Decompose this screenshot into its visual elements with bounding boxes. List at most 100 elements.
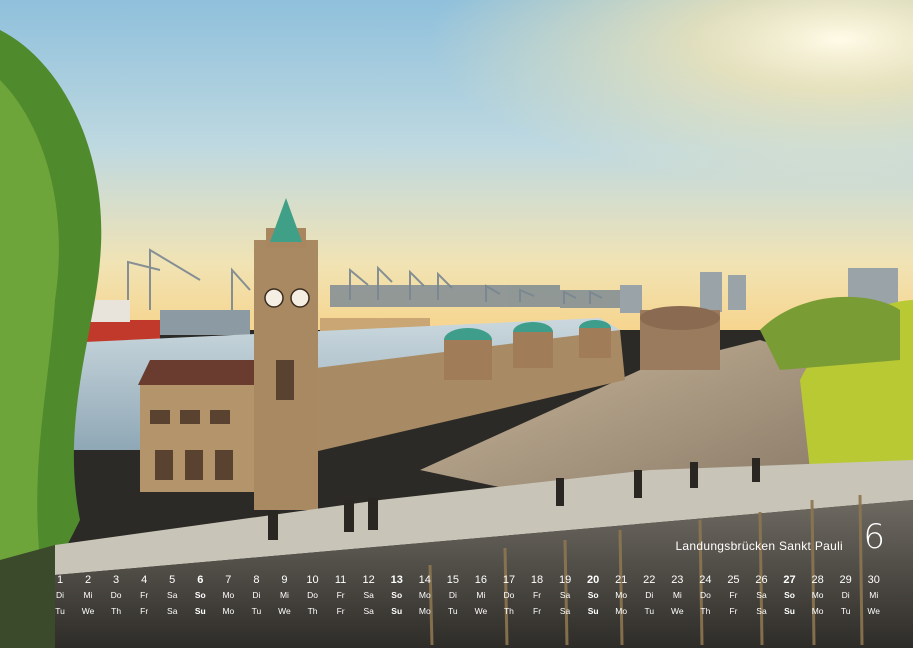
calendar-day: 3 Do Th [102,573,130,619]
calendar-day: 2 Mi We [74,573,102,619]
weekday-de: So [194,590,206,600]
calendar-day: 25 Fr Fr [719,573,747,619]
weekday-en: Th [307,606,318,616]
weekday-en: Mo [811,606,824,616]
weekday-de: Di [448,590,457,600]
calendar-day: 21 Mo Mo [607,573,635,619]
day-number: 16 [474,574,488,586]
weekday-de: So [587,590,599,600]
weekday-en: Fr [533,606,542,616]
weekday-en: Fr [729,606,738,616]
day-number: 5 [169,574,176,586]
weekday-en: We [671,606,684,616]
weekday-de: Di [55,590,65,600]
calendar-day: 7 Mo Mo [214,573,242,619]
calendar-day: 28 Mo Mo [804,573,832,619]
calendar-day: 26 Sa Sa [748,573,776,619]
weekday-en: We [867,606,881,616]
weekday-en: Mo [418,606,431,616]
day-number: 17 [502,574,516,586]
calendar-day: 1 Di Tu [46,573,74,619]
weekday-en: Tu [55,606,65,616]
day-number: 6 [197,574,204,586]
calendar-day: 4 Fr Fr [130,573,158,619]
calendar-day: 20 So Su [579,573,607,619]
weekday-de: Mo [222,590,235,600]
weekday-en: Su [391,606,403,616]
calendar-day: 16 Mi We [467,573,495,619]
day-number: 26 [755,574,768,586]
calendar-day: 18 Fr Fr [523,573,551,619]
weekday-en: Sa [559,606,571,616]
day-number: 1 [56,574,64,586]
weekday-en: We [278,606,291,616]
calendar-day: 11 Fr Fr [327,573,355,619]
weekday-de: Di [252,590,261,600]
day-number: 18 [530,574,544,586]
calendar-day: 8 Di Tu [242,573,270,619]
day-number: 29 [839,574,852,586]
weekday-en: Sa [167,606,178,616]
weekday-de: Do [110,590,122,600]
weekday-en: Th [111,606,122,616]
calendar-day: 14 Mo Mo [411,573,439,619]
day-number: 24 [699,574,712,586]
calendar-strip: 1 Di Tu 2 Mi We 3 Do Th 4 Fr Fr 5 Sa Sa 6 So Su 7 Mo Mo 8 Di Tu… [46,573,888,629]
day-number: 23 [671,574,684,586]
day-number: 4 [141,574,148,586]
calendar-day: 10 Do Th [299,573,327,619]
calendar-day: 24 Do Th [691,573,719,619]
day-number: 10 [306,574,319,586]
calendar-day: 22 Di Tu [635,573,663,619]
calendar-day: 29 Di Tu [832,573,860,619]
weekday-de: Mi [279,590,289,600]
day-number: 7 [225,574,232,586]
weekday-de: Mi [476,590,486,600]
weekday-de: Sa [167,590,178,600]
day-number: 21 [615,574,628,586]
day-number: 25 [727,574,740,586]
photo-caption: Landungsbrücken Sankt Pauli [675,539,843,553]
day-number: 20 [587,574,600,586]
calendar-day: 30 Mi We [860,573,888,619]
weekday-de: Do [307,590,318,600]
weekday-de: Mi [672,590,682,600]
day-number: 14 [418,574,431,586]
calendar-day: 19 Sa Sa [551,573,579,619]
weekday-en: Mo [222,606,235,616]
weekday-en: Tu [840,606,851,616]
weekday-en: Tu [251,606,262,616]
calendar-day: 5 Sa Sa [158,573,186,619]
weekday-en: Th [700,606,711,616]
weekday-en: Tu [644,606,655,616]
calendar-day: 13 So Su [383,573,411,619]
weekday-de: Mo [418,590,431,600]
day-number: 28 [811,574,824,586]
weekday-en: Th [503,606,514,616]
day-number: 12 [362,574,375,586]
day-number: 3 [113,574,120,586]
weekday-de: Do [699,590,711,600]
weekday-en: Su [587,606,599,616]
calendar-day: 17 Do Th [495,573,523,619]
weekday-en: Sa [363,606,374,616]
day-number: 27 [783,574,796,586]
weekday-de: Sa [363,590,374,600]
day-number: 2 [84,574,92,586]
weekday-en: Mo [615,606,628,616]
day-number: 30 [867,574,880,586]
calendar-day: 27 So Su [776,573,804,619]
weekday-en: Tu [448,606,458,616]
calendar-day: 15 Di Tu [439,573,467,619]
weekday-de: So [391,590,403,600]
weekday-de: Sa [756,590,767,600]
weekday-de: Fr [729,590,738,600]
weekday-de: Mo [615,590,628,600]
weekday-de: Mo [811,590,824,600]
day-number: 8 [253,574,260,586]
weekday-de: So [784,590,795,600]
weekday-en: Su [194,606,206,616]
weekday-de: Mi [869,590,879,600]
weekday-de: Fr [140,590,149,600]
calendar-day: 12 Sa Sa [355,573,383,619]
